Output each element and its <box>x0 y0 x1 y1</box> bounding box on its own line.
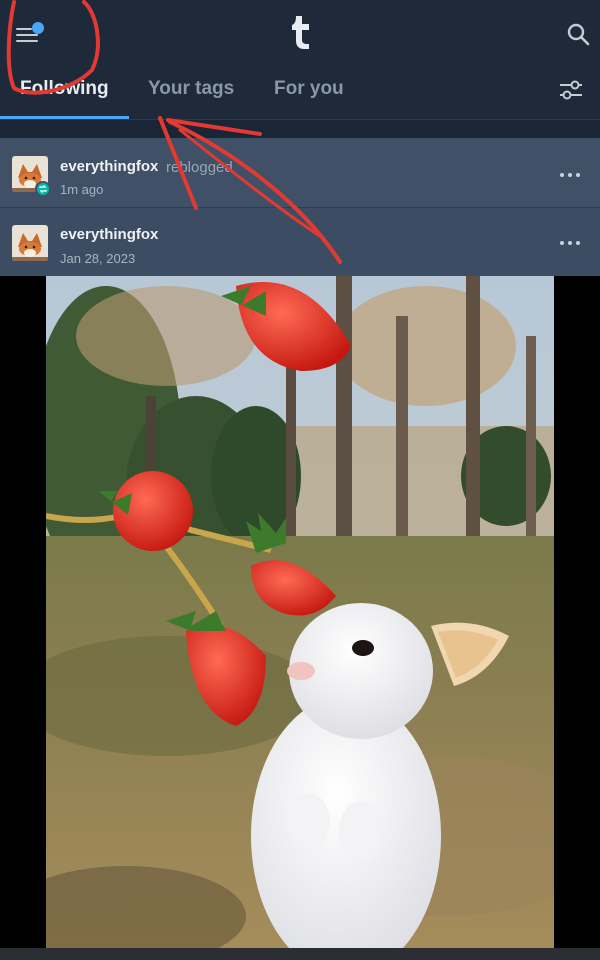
reblog-username[interactable]: everythingfox <box>60 158 158 175</box>
post-date: Jan 28, 2023 <box>60 251 136 266</box>
active-tab-indicator <box>0 116 129 119</box>
post-media <box>0 276 600 948</box>
reblog-header: everythingfox reblogged 1m ago <box>0 138 600 208</box>
more-options-icon[interactable] <box>558 238 582 248</box>
avatar[interactable] <box>12 225 48 261</box>
reblog-time: 1m ago <box>60 182 104 197</box>
reblog-icon <box>35 181 51 197</box>
sliders-filter-icon[interactable] <box>558 78 584 102</box>
post-username[interactable]: everythingfox <box>60 226 158 243</box>
reblog-action-text: reblogged <box>166 159 233 176</box>
feed-spacer <box>0 120 600 138</box>
notification-dot <box>32 22 44 34</box>
more-options-icon[interactable] <box>558 170 582 180</box>
tab-following[interactable]: Following <box>20 78 109 100</box>
top-bar <box>0 0 600 62</box>
tab-for-you[interactable]: For you <box>274 78 344 100</box>
menu-button[interactable] <box>14 22 48 50</box>
bottom-strip <box>0 948 600 960</box>
tumblr-t-logo-icon[interactable] <box>288 14 312 50</box>
tab-your-tags[interactable]: Your tags <box>148 78 234 100</box>
post-image[interactable] <box>46 276 554 948</box>
post-header: everythingfox Jan 28, 2023 <box>0 208 600 276</box>
feed-tabs: Following Your tags For you <box>0 62 600 120</box>
search-icon[interactable] <box>566 22 590 46</box>
hamburger-menu-icon <box>16 28 32 30</box>
